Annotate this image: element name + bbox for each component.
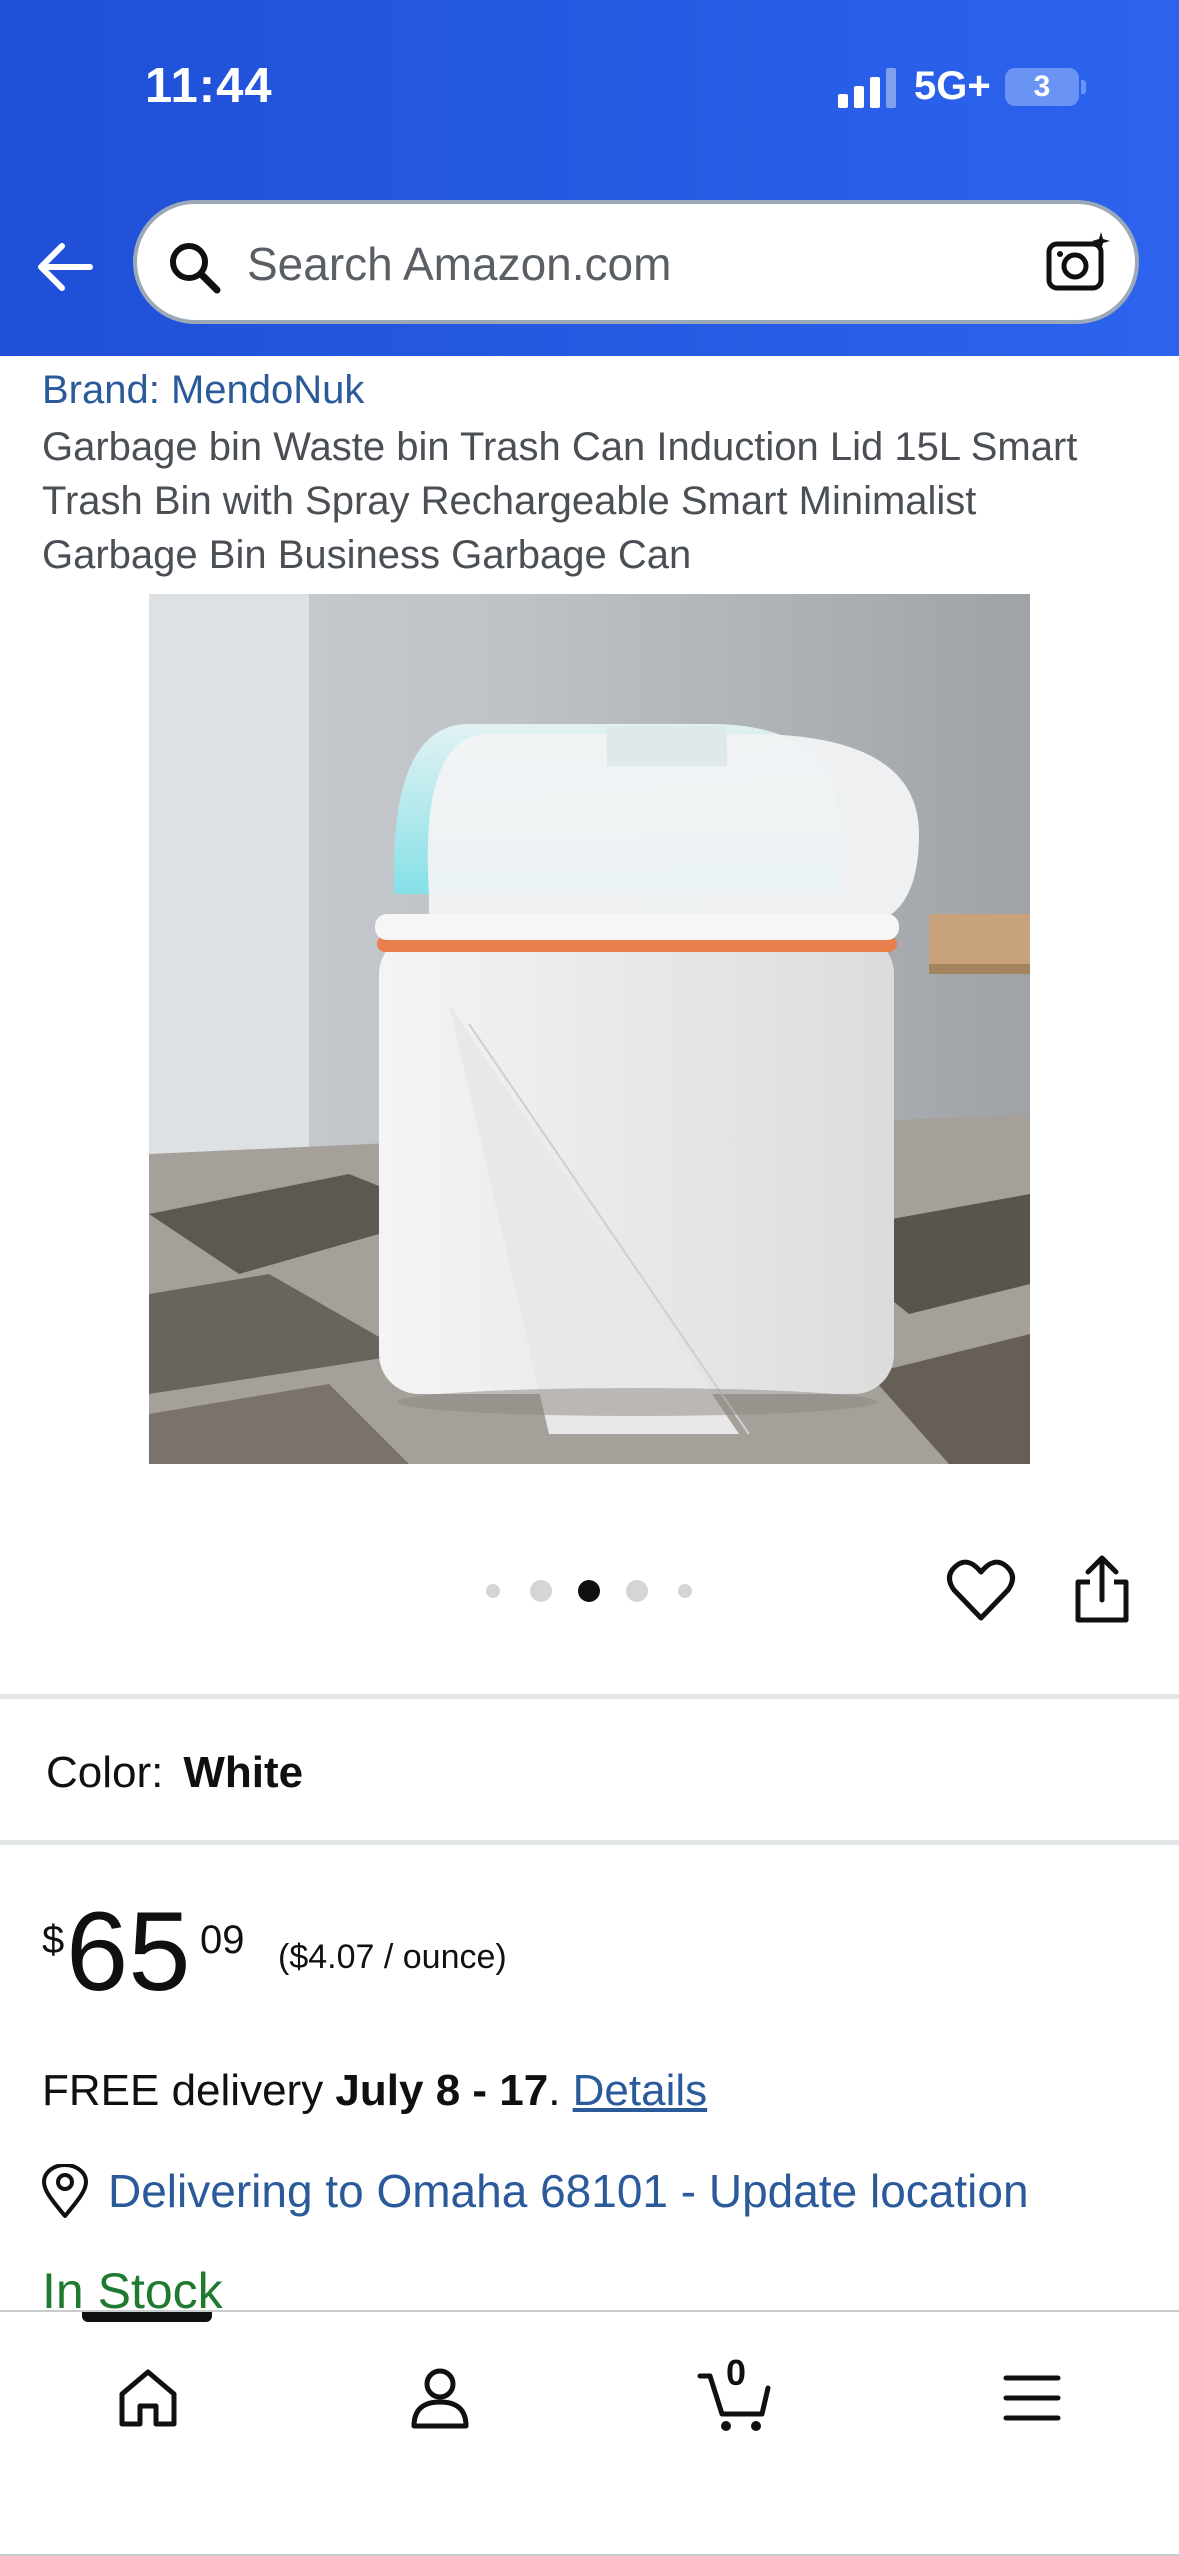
divider — [0, 1694, 1179, 1699]
brand-link[interactable]: Brand: MendoNuk — [42, 368, 364, 413]
header-bar: 11:44 5G+ 3 — [0, 0, 1179, 356]
nav-home[interactable] — [88, 2352, 208, 2452]
color-label: Color: — [46, 1748, 164, 1797]
camera-icon[interactable] — [1045, 230, 1113, 298]
carousel-dot-2[interactable] — [530, 1580, 552, 1602]
delivery-prefix: FREE delivery — [42, 2066, 336, 2115]
nav-account[interactable] — [380, 2352, 500, 2452]
status-time: 11:44 — [145, 59, 273, 113]
share-icon[interactable] — [1070, 1554, 1134, 1624]
heart-icon[interactable] — [946, 1558, 1016, 1624]
location-pin-icon — [42, 2164, 88, 2218]
divider — [0, 1840, 1179, 1845]
battery-cap — [1081, 80, 1086, 94]
cart-icon — [697, 2373, 771, 2431]
back-arrow-icon[interactable] — [30, 232, 100, 302]
carousel-dot-3-active[interactable] — [578, 1580, 600, 1602]
delivery-dates: July 8 - 17 — [335, 2066, 549, 2115]
home-icon — [119, 2369, 177, 2427]
delivery-details-link[interactable]: Details — [573, 2066, 708, 2115]
search-input[interactable] — [247, 226, 947, 302]
bottom-navigation: 0 — [0, 2310, 1179, 2556]
carousel-dot-1[interactable] — [486, 1584, 500, 1598]
search-icon — [170, 243, 221, 294]
delivery-info: FREE delivery July 8 - 17. Details — [42, 2066, 707, 2116]
price-currency: $ — [42, 1918, 65, 1962]
battery-icon: 3 — [1005, 68, 1079, 106]
active-tab-indicator — [82, 2312, 212, 2322]
location-link[interactable]: Delivering to Omaha 68101 - Update locat… — [108, 2164, 1029, 2218]
price-fraction: 09 — [200, 1918, 245, 1962]
image-carousel-dots — [480, 1575, 700, 1605]
delivery-suffix: . — [548, 2066, 573, 2115]
product-image[interactable] — [149, 594, 1030, 1464]
menu-icon — [1003, 2375, 1061, 2421]
trash-can-photo — [149, 594, 1030, 1464]
unit-price: ($4.07 / ounce) — [278, 1938, 507, 1976]
product-title: Garbage bin Waste bin Trash Can Inductio… — [42, 425, 1078, 577]
account-icon — [411, 2368, 469, 2429]
cellular-signal-icon — [838, 68, 896, 108]
color-selection: Color: White — [46, 1748, 303, 1798]
nav-menu[interactable] — [972, 2352, 1092, 2452]
network-type: 5G+ — [914, 64, 991, 108]
color-value: White — [183, 1748, 304, 1797]
search-bar[interactable] — [133, 200, 1139, 324]
carousel-dot-5[interactable] — [678, 1584, 692, 1598]
nav-cart[interactable]: 0 — [676, 2352, 796, 2452]
battery-level: 3 — [1033, 70, 1051, 103]
price-whole: 65 — [66, 1889, 191, 2014]
carousel-dot-4[interactable] — [626, 1580, 648, 1602]
